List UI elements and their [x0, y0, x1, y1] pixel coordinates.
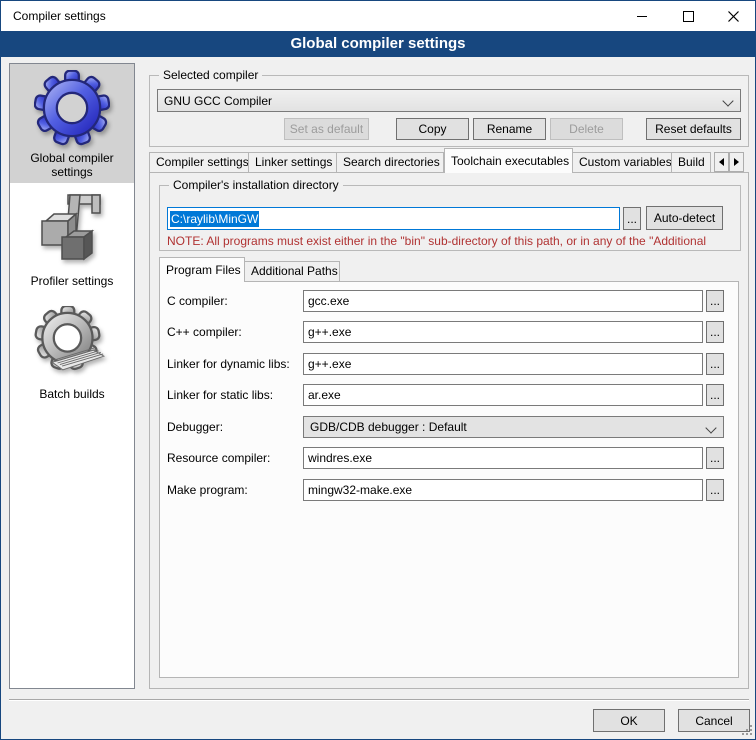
delete-button[interactable]: Delete	[550, 118, 623, 140]
copy-button[interactable]: Copy	[396, 118, 469, 140]
titlebar: Compiler settings	[1, 1, 755, 31]
gear-stack-icon	[34, 306, 110, 382]
debugger-dropdown[interactable]: GDB/CDB debugger : Default	[303, 416, 724, 438]
tab-compiler-settings[interactable]: Compiler settings	[149, 152, 249, 173]
ok-button[interactable]: OK	[593, 709, 665, 732]
install-dir-group-label: Compiler's installation directory	[169, 178, 343, 192]
field-label-make-program: Make program:	[167, 483, 248, 497]
install-dir-input[interactable]: C:\raylib\MinGW	[167, 207, 620, 230]
reset-defaults-button[interactable]: Reset defaults	[646, 118, 741, 140]
tab-toolchain-executables[interactable]: Toolchain executables	[444, 148, 573, 173]
c-compiler-input[interactable]	[303, 290, 703, 312]
chevron-down-icon	[705, 422, 716, 433]
toolchain-subtabs: Program Files Additional Paths	[159, 257, 340, 282]
main-tabs: Compiler settings Linker settings Search…	[149, 148, 711, 173]
tab-build-options[interactable]: Build	[672, 152, 711, 173]
maximize-icon	[683, 11, 694, 22]
field-label-cpp-compiler: C++ compiler:	[167, 325, 242, 339]
install-dir-browse-button[interactable]: ...	[623, 207, 641, 230]
right-arrow-icon	[734, 158, 739, 166]
field-label-c-compiler: C compiler:	[167, 294, 228, 308]
tab-scroll-left-button[interactable]	[714, 152, 729, 172]
compiler-settings-dialog: Compiler settings Global compiler settin…	[0, 0, 756, 740]
tab-scroll-right-button[interactable]	[729, 152, 744, 172]
set-as-default-button[interactable]: Set as default	[284, 118, 369, 140]
minimize-icon	[637, 16, 647, 17]
debugger-value: GDB/CDB debugger : Default	[310, 420, 467, 434]
resize-grip[interactable]	[742, 725, 753, 736]
autodetect-button[interactable]: Auto-detect	[646, 206, 723, 230]
linker-static-browse-button[interactable]: ...	[706, 384, 724, 406]
linker-dynamic-input[interactable]	[303, 353, 703, 375]
minimize-button[interactable]	[619, 1, 665, 31]
page-title: Global compiler settings	[1, 31, 755, 57]
left-arrow-icon	[719, 158, 724, 166]
field-label-debugger: Debugger:	[167, 420, 223, 434]
resource-compiler-browse-button[interactable]: ...	[706, 447, 724, 469]
selected-compiler-dropdown[interactable]: GNU GCC Compiler	[157, 89, 741, 112]
linker-dynamic-browse-button[interactable]: ...	[706, 353, 724, 375]
sidebar-item-profiler-settings[interactable]: Profiler settings	[10, 183, 134, 296]
field-label-linker-dynamic: Linker for dynamic libs:	[167, 357, 290, 371]
make-program-browse-button[interactable]: ...	[706, 479, 724, 501]
settings-category-list: Global compiler settings Profiler settin…	[9, 63, 135, 689]
resource-compiler-input[interactable]	[303, 447, 703, 469]
close-icon	[728, 11, 739, 22]
field-label-linker-static: Linker for static libs:	[167, 388, 273, 402]
chevron-down-icon	[722, 95, 733, 106]
cancel-button[interactable]: Cancel	[678, 709, 750, 732]
tab-search-directories[interactable]: Search directories	[337, 152, 444, 173]
gear-blue-icon	[34, 70, 110, 146]
cpp-compiler-browse-button[interactable]: ...	[706, 321, 724, 343]
window-title: Compiler settings	[13, 9, 106, 23]
caliper-icon	[34, 193, 110, 269]
tab-linker-settings[interactable]: Linker settings	[249, 152, 337, 173]
c-compiler-browse-button[interactable]: ...	[706, 290, 724, 312]
sidebar-item-global-compiler-settings[interactable]: Global compiler settings	[10, 64, 134, 183]
sidebar-item-label: Profiler settings	[10, 272, 134, 294]
close-button[interactable]	[710, 1, 756, 31]
cpp-compiler-input[interactable]	[303, 321, 703, 343]
rename-button[interactable]: Rename	[473, 118, 546, 140]
make-program-input[interactable]	[303, 479, 703, 501]
maximize-button[interactable]	[665, 1, 711, 31]
footer-separator	[9, 699, 749, 701]
install-dir-value: C:\raylib\MinGW	[170, 211, 259, 227]
selected-compiler-value: GNU GCC Compiler	[164, 94, 272, 108]
bin-subdirectory-note: NOTE: All programs must exist either in …	[167, 234, 735, 248]
linker-static-input[interactable]	[303, 384, 703, 406]
sidebar-item-batch-builds[interactable]: Batch builds	[10, 296, 134, 406]
field-label-resource-compiler: Resource compiler:	[167, 451, 270, 465]
selected-compiler-group-label: Selected compiler	[159, 68, 262, 82]
subtab-program-files[interactable]: Program Files	[159, 257, 245, 282]
sidebar-item-label: Global compiler settings	[10, 149, 134, 185]
subtab-additional-paths[interactable]: Additional Paths	[245, 261, 340, 282]
sidebar-item-label: Batch builds	[10, 385, 134, 407]
tab-custom-variables[interactable]: Custom variables	[573, 152, 672, 173]
